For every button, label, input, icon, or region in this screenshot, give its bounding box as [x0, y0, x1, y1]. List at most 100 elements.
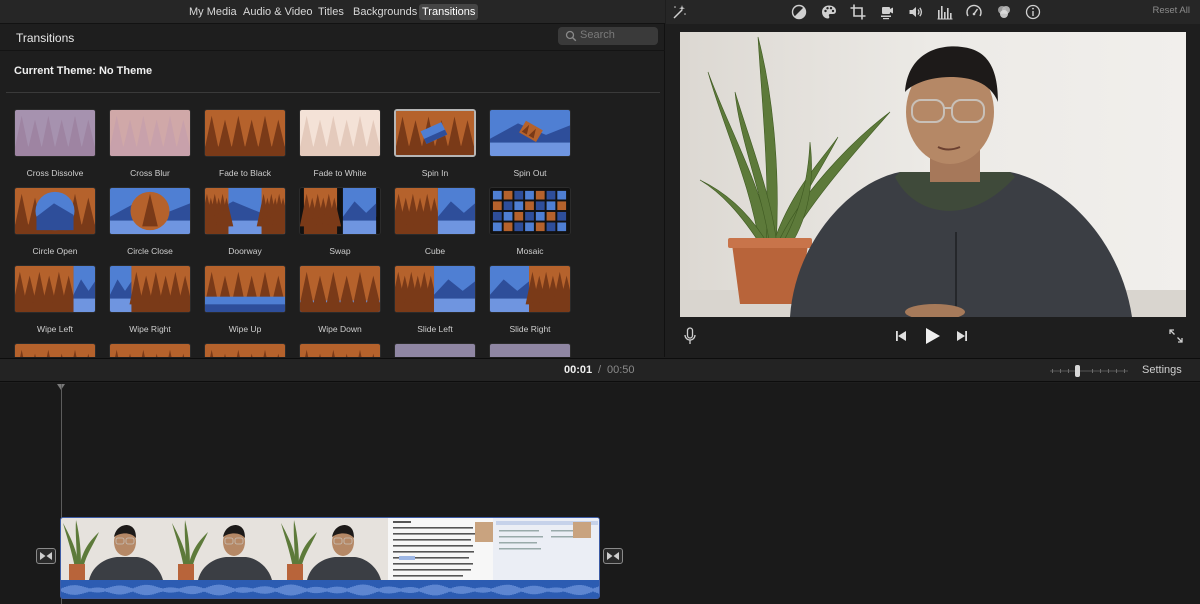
time-separator: /: [598, 364, 602, 376]
video-preview[interactable]: [680, 32, 1186, 317]
transition-tile[interactable]: [489, 343, 571, 357]
color-palette-icon[interactable]: [820, 3, 838, 21]
search-field[interactable]: Search: [558, 27, 658, 45]
tab-titles[interactable]: Titles: [315, 4, 347, 20]
transition-thumbnail: [489, 187, 571, 235]
transition-tile[interactable]: Circle Close: [109, 187, 191, 257]
transition-tile[interactable]: [109, 343, 191, 357]
transition-thumbnail: [394, 187, 476, 235]
fullscreen-icon[interactable]: [1169, 329, 1183, 343]
transition-tile[interactable]: Swap: [299, 187, 381, 257]
transition-tile[interactable]: [14, 343, 96, 357]
tab-my-media[interactable]: My Media: [186, 4, 240, 20]
media-browser: My Media Audio & Video Titles Background…: [0, 0, 665, 357]
transition-tile[interactable]: Spin In: [394, 109, 476, 179]
transition-label: Circle Close: [127, 246, 173, 256]
browser-tab-bar: My Media Audio & Video Titles Background…: [0, 0, 665, 24]
transition-label: Cross Dissolve: [26, 168, 84, 178]
transition-thumbnail: [204, 343, 286, 357]
clip-filter-icon[interactable]: [995, 3, 1013, 21]
transition-thumbnail: [489, 343, 571, 357]
viewer: Reset All: [666, 0, 1200, 357]
timeline-zoom-slider[interactable]: [1050, 365, 1130, 377]
transition-tile[interactable]: [394, 343, 476, 357]
tab-audio-video[interactable]: Audio & Video: [240, 4, 316, 20]
transition-tile[interactable]: Circle Open: [14, 187, 96, 257]
search-icon: [565, 30, 577, 42]
transition-tile[interactable]: Wipe Up: [204, 265, 286, 335]
transition-tile[interactable]: Slide Left: [394, 265, 476, 335]
transitions-grid: Cross Dissolve Cross Blur Fade to Black Fad…: [0, 100, 665, 357]
transition-thumbnail: [204, 187, 286, 235]
transition-thumbnail: [14, 265, 96, 313]
transition-tile[interactable]: Wipe Left: [14, 265, 96, 335]
video-clip[interactable]: [60, 517, 600, 599]
transition-label: Wipe Down: [318, 324, 362, 334]
transition-label: Slide Left: [417, 324, 453, 334]
play-icon[interactable]: [925, 327, 941, 345]
transition-thumbnail: [489, 265, 571, 313]
transition-tile[interactable]: Cross Blur: [109, 109, 191, 179]
search-placeholder: Search: [580, 29, 615, 41]
audio-waveform[interactable]: [61, 580, 599, 598]
transition-label: Wipe Right: [129, 324, 171, 334]
transition-tile[interactable]: Cube: [394, 187, 476, 257]
transition-tile[interactable]: Wipe Right: [109, 265, 191, 335]
transition-thumbnail: [14, 187, 96, 235]
transition-tile[interactable]: [204, 343, 286, 357]
transition-thumbnail: [109, 109, 191, 157]
transition-label: Fade to White: [313, 168, 367, 178]
speed-icon[interactable]: [965, 3, 983, 21]
stabilization-icon[interactable]: [878, 3, 896, 21]
transition-thumbnail: [394, 109, 476, 157]
equalizer-icon[interactable]: [936, 3, 954, 21]
transition-marker-end-icon[interactable]: [603, 548, 623, 564]
transition-tile[interactable]: Doorway: [204, 187, 286, 257]
transition-tile[interactable]: Spin Out: [489, 109, 571, 179]
transition-tile[interactable]: Wipe Down: [299, 265, 381, 335]
current-theme-label: Current Theme: No Theme: [14, 65, 153, 77]
transition-thumbnail: [204, 109, 286, 157]
divider: [6, 92, 660, 93]
transition-label: Wipe Up: [228, 324, 262, 334]
tab-transitions[interactable]: Transitions: [419, 4, 479, 20]
transition-tile[interactable]: Cross Dissolve: [14, 109, 96, 179]
transition-thumbnail: [299, 343, 381, 357]
magic-wand-icon[interactable]: [670, 3, 688, 21]
total-time: 00:50: [607, 364, 635, 376]
transition-label: Swap: [329, 246, 351, 256]
transition-label: Wipe Left: [37, 324, 73, 334]
timecode-bar: 00:01 / 00:50 Settings: [0, 358, 1200, 382]
microphone-icon[interactable]: [683, 327, 697, 345]
transition-tile[interactable]: Slide Right: [489, 265, 571, 335]
transition-tile[interactable]: [299, 343, 381, 357]
transition-thumbnail: [489, 109, 571, 157]
transition-thumbnail: [299, 109, 381, 157]
transition-tile[interactable]: Fade to Black: [204, 109, 286, 179]
timeline-settings-button[interactable]: Settings: [1142, 364, 1182, 376]
transition-thumbnail: [14, 343, 96, 357]
viewer-toolbar: Reset All: [666, 0, 1200, 24]
transition-label: Slide Right: [509, 324, 551, 334]
transition-thumbnail: [109, 343, 191, 357]
color-balance-icon[interactable]: [790, 3, 808, 21]
transition-thumbnail: [394, 265, 476, 313]
tab-backgrounds[interactable]: Backgrounds: [350, 4, 420, 20]
transition-label: Circle Open: [32, 246, 78, 256]
info-icon[interactable]: [1024, 3, 1042, 21]
transition-thumbnail: [394, 343, 476, 357]
volume-icon[interactable]: [907, 3, 925, 21]
transition-marker-start-icon[interactable]: [36, 548, 56, 564]
transition-label: Spin Out: [513, 168, 547, 178]
transition-tile[interactable]: Mosaic: [489, 187, 571, 257]
skip-forward-icon[interactable]: [956, 330, 968, 342]
transition-thumbnail: [299, 265, 381, 313]
reset-all-button[interactable]: Reset All: [1153, 5, 1191, 16]
crop-icon[interactable]: [849, 3, 867, 21]
skip-back-icon[interactable]: [895, 330, 907, 342]
transition-thumbnail: [14, 109, 96, 157]
current-time: 00:01: [564, 364, 593, 376]
transition-tile[interactable]: Fade to White: [299, 109, 381, 179]
transition-label: Cube: [424, 246, 446, 256]
transition-label: Cross Blur: [130, 168, 170, 178]
